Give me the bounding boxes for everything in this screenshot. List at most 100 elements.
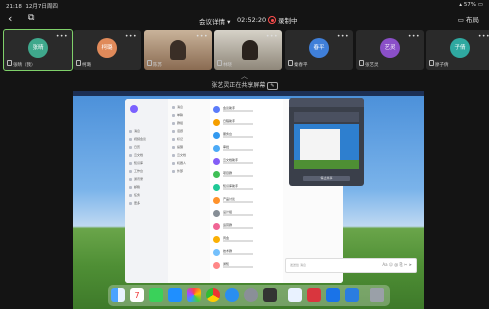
sidebar-item[interactable]: 更多 (129, 201, 140, 205)
app2-icon[interactable] (288, 288, 302, 302)
message-input[interactable]: 发送给 消息 Aa ☺ @ ⎘ ✂ ➤ (285, 258, 417, 273)
sidebar-item[interactable]: 云文档 (129, 153, 143, 157)
shared-screen[interactable]: 消息 视频会议 日历 云文档 知识库 工作台 通讯录 邮箱 任务 更多 消息 单… (73, 91, 424, 309)
screen-preview-thumbnail[interactable] (294, 124, 359, 169)
sidebar2-item[interactable]: 云文档 (172, 153, 186, 157)
avatar (213, 119, 220, 126)
more-options-icon[interactable]: ••• (56, 33, 68, 40)
sidebar2-item[interactable]: 话题 (172, 129, 183, 133)
participant-strip[interactable]: 张晴 ••• 张晴（我） 柯璐 ••• 柯璐 ••• 陈苏 ••• 林晓 春平 … (0, 29, 489, 71)
participant-name: 张艺灵 (359, 60, 379, 68)
sidebar2-item[interactable]: 群组 (172, 121, 183, 125)
share-preview-popup: 停止共享 (289, 98, 364, 186)
list-item[interactable]: 设计组 (213, 209, 281, 219)
avatar: 张晴 (28, 38, 48, 58)
more-options-icon[interactable]: ••• (196, 33, 208, 40)
sidebar2-item[interactable]: 单聊 (172, 113, 183, 117)
layout-button[interactable]: ▭ 布局 (458, 14, 479, 24)
list-item[interactable]: 产品讨论 (213, 196, 281, 206)
meeting-details-button[interactable]: 会议详情 ▾ (199, 16, 230, 26)
app-primary-sidebar: 消息 视频会议 日历 云文档 知识库 工作台 通讯录 邮箱 任务 更多 (125, 99, 168, 283)
settings-icon[interactable] (244, 288, 258, 302)
popup-header (289, 98, 364, 107)
appstore-icon[interactable] (168, 288, 182, 302)
sidebar-item[interactable]: 工作台 (129, 169, 143, 173)
avatar (213, 158, 220, 165)
sidebar-item[interactable]: 日历 (129, 145, 140, 149)
list-item[interactable]: 技术群 (213, 248, 281, 258)
word-icon[interactable] (307, 288, 321, 302)
photos-icon[interactable] (187, 288, 201, 302)
mail-icon[interactable] (326, 288, 340, 302)
video-person (170, 40, 186, 60)
recording-indicator[interactable]: 录制中 (268, 15, 298, 25)
avatar (213, 197, 220, 204)
participant-name: 柯璐 (76, 60, 91, 68)
vpn-icon[interactable] (345, 288, 359, 302)
sidebar-item[interactable]: 消息 (129, 129, 140, 133)
safari-icon[interactable] (225, 288, 239, 302)
sidebar2-item[interactable]: 标记 (172, 137, 183, 141)
mic-icon (7, 60, 12, 66)
calendar-icon[interactable]: 7 (130, 288, 144, 302)
more-options-icon[interactable]: ••• (337, 33, 349, 40)
thumbnail-hill (294, 160, 359, 169)
more-options-icon[interactable]: ••• (478, 33, 489, 40)
annotate-icon[interactable]: ✎ (267, 82, 278, 90)
sidebar2-item[interactable]: 消息 (172, 105, 183, 109)
app-secondary-sidebar: 消息 单聊 群组 话题 标记 提醒 云文档 机器人 外部 (168, 99, 211, 283)
participant-video-tile[interactable]: ••• 林晓 (214, 30, 282, 70)
avatar (213, 262, 220, 269)
more-options-icon[interactable]: ••• (125, 33, 137, 40)
avatar (213, 236, 220, 243)
list-item[interactable]: 审批 (213, 144, 281, 154)
minimize-window-icon[interactable]: ⧉ (28, 13, 34, 23)
more-options-icon[interactable]: ••• (408, 33, 420, 40)
messages-icon[interactable] (149, 288, 163, 302)
participant-tile[interactable]: 艺灵 ••• 张艺灵 (356, 30, 424, 70)
record-icon (268, 16, 276, 24)
list-item[interactable]: 云文档助手 (213, 157, 281, 167)
more-options-icon[interactable]: ••• (266, 33, 278, 40)
stop-sharing-button[interactable]: 停止共享 (303, 176, 350, 181)
list-item[interactable]: 通知 (213, 261, 281, 271)
sidebar-item[interactable]: 通讯录 (129, 177, 143, 181)
participant-tile[interactable]: 子倩 ••• 廖子倩 (426, 30, 489, 70)
sidebar-item[interactable]: 知识库 (129, 161, 143, 165)
avatar (213, 210, 220, 217)
screen-share-label: 张艺灵正在共享屏幕 ✎ (0, 80, 489, 90)
avatar: 柯璐 (97, 38, 117, 58)
shared-menubar (73, 91, 424, 96)
sidebar-item[interactable]: 视频会议 (129, 137, 146, 141)
participant-tile[interactable]: 春平 ••• 秦春平 (285, 30, 353, 70)
list-item[interactable]: 日程助手 (213, 118, 281, 128)
participant-video-tile[interactable]: ••• 陈苏 (144, 30, 212, 70)
trash-icon[interactable] (370, 288, 384, 302)
list-item[interactable]: 知识库助手 (213, 183, 281, 193)
avatar (213, 145, 220, 152)
list-item[interactable]: 项目群 (213, 170, 281, 180)
input-toolbar-icons[interactable]: Aa ☺ @ ⎘ ✂ ➤ (382, 262, 412, 267)
avatar (213, 184, 220, 191)
list-item[interactable]: 服务台 (213, 131, 281, 141)
sidebar-item[interactable]: 任务 (129, 193, 140, 197)
sidebar2-item[interactable]: 机器人 (172, 161, 186, 165)
list-item[interactable]: 周会 (213, 235, 281, 245)
battery-indicator: ▴ 57% ▭ (459, 2, 483, 8)
participant-tile[interactable]: 柯璐 ••• 柯璐 (73, 30, 141, 70)
thumbnail-window (300, 129, 340, 161)
list-item[interactable]: 运营群 (213, 222, 281, 232)
participant-tile[interactable]: 张晴 ••• 张晴（我） (3, 29, 73, 71)
finder-icon[interactable] (111, 288, 125, 302)
list-item[interactable]: 会议助手 (213, 105, 281, 115)
sidebar2-item[interactable]: 外部 (172, 169, 183, 173)
sidebar2-item[interactable]: 提醒 (172, 145, 183, 149)
chrome-icon[interactable] (206, 288, 220, 302)
app-icon[interactable] (263, 288, 277, 302)
avatar: 春平 (309, 38, 329, 58)
avatar: 子倩 (450, 38, 470, 58)
sidebar-item[interactable]: 邮箱 (129, 185, 140, 189)
back-icon[interactable]: ‹ (8, 12, 12, 25)
participant-name: 廖子倩 (429, 60, 449, 68)
mic-icon (429, 60, 434, 66)
